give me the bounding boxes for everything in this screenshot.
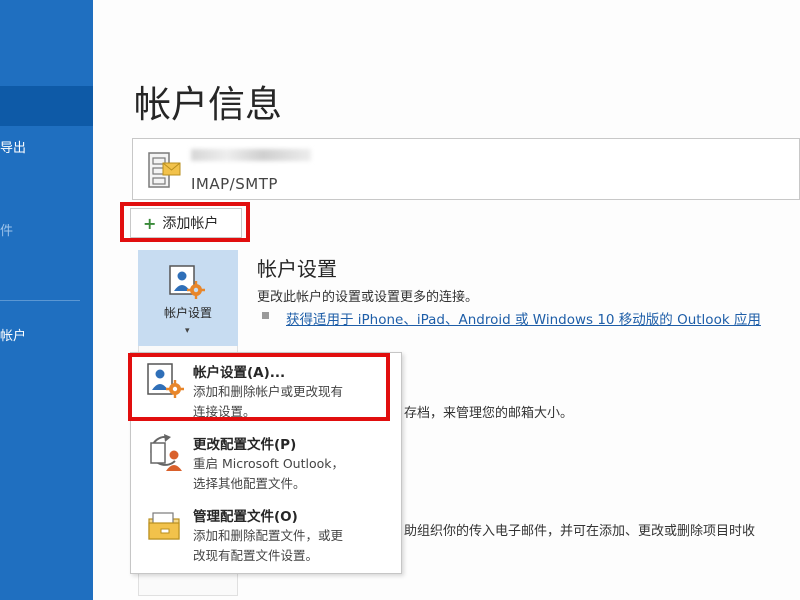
account-selector[interactable]: IMAP/SMTP	[132, 138, 800, 200]
highlight-box-account-settings	[128, 353, 390, 421]
nav-selected-item[interactable]	[0, 86, 93, 126]
menu-item-manage-profiles[interactable]: 管理配置文件(O) 添加和删除配置文件，或更 改现有配置文件设置。	[131, 497, 401, 571]
account-settings-button[interactable]: 帐户设置 ▾	[138, 250, 238, 346]
account-settings-icon	[169, 265, 205, 299]
account-email-redacted	[191, 149, 311, 161]
account-settings-description: 更改此帐户的设置或设置更多的连接。	[257, 290, 479, 305]
get-outlook-app-link[interactable]: 获得适用于 iPhone、iPad、Android 或 Windows 10 移…	[286, 308, 761, 328]
chevron-down-icon: ▾	[185, 326, 190, 336]
bullet-icon	[262, 312, 269, 319]
account-settings-button-label: 帐户设置	[163, 306, 212, 320]
menu-item-title: 更改配置文件(P)	[193, 437, 297, 453]
nav-item-account[interactable]: 帐户	[0, 325, 26, 344]
menu-item-desc: 选择其他配置文件。	[193, 476, 306, 491]
change-profile-icon	[150, 434, 182, 471]
menu-item-desc: 改现有配置文件设置。	[193, 548, 319, 563]
page-title: 帐户信息	[134, 83, 282, 126]
nav-item-partial[interactable]: 件	[0, 220, 13, 239]
nav-divider	[0, 300, 80, 301]
account-mail-icon	[148, 152, 181, 188]
backstage-nav: 导出 件 帐户	[0, 0, 93, 600]
menu-item-change-profile[interactable]: 更改配置文件(P) 重启 Microsoft Outlook， 选择其他配置文件…	[131, 425, 401, 495]
account-type: IMAP/SMTP	[191, 175, 278, 193]
menu-item-desc: 添加和删除配置文件，或更	[193, 528, 344, 543]
nav-item-export[interactable]: 导出	[0, 137, 26, 156]
account-settings-title: 帐户设置	[257, 257, 337, 281]
menu-item-title: 管理配置文件(O)	[193, 509, 298, 525]
mailbox-settings-text: 存档，来管理您的邮箱大小。	[404, 406, 574, 421]
menu-item-desc: 重启 Microsoft Outlook，	[193, 456, 345, 471]
rules-alerts-text: 助组织你的传入电子邮件，并可在添加、更改或删除项目时收	[404, 524, 756, 539]
highlight-box-add-account	[120, 202, 250, 242]
manage-profiles-icon	[148, 512, 180, 540]
